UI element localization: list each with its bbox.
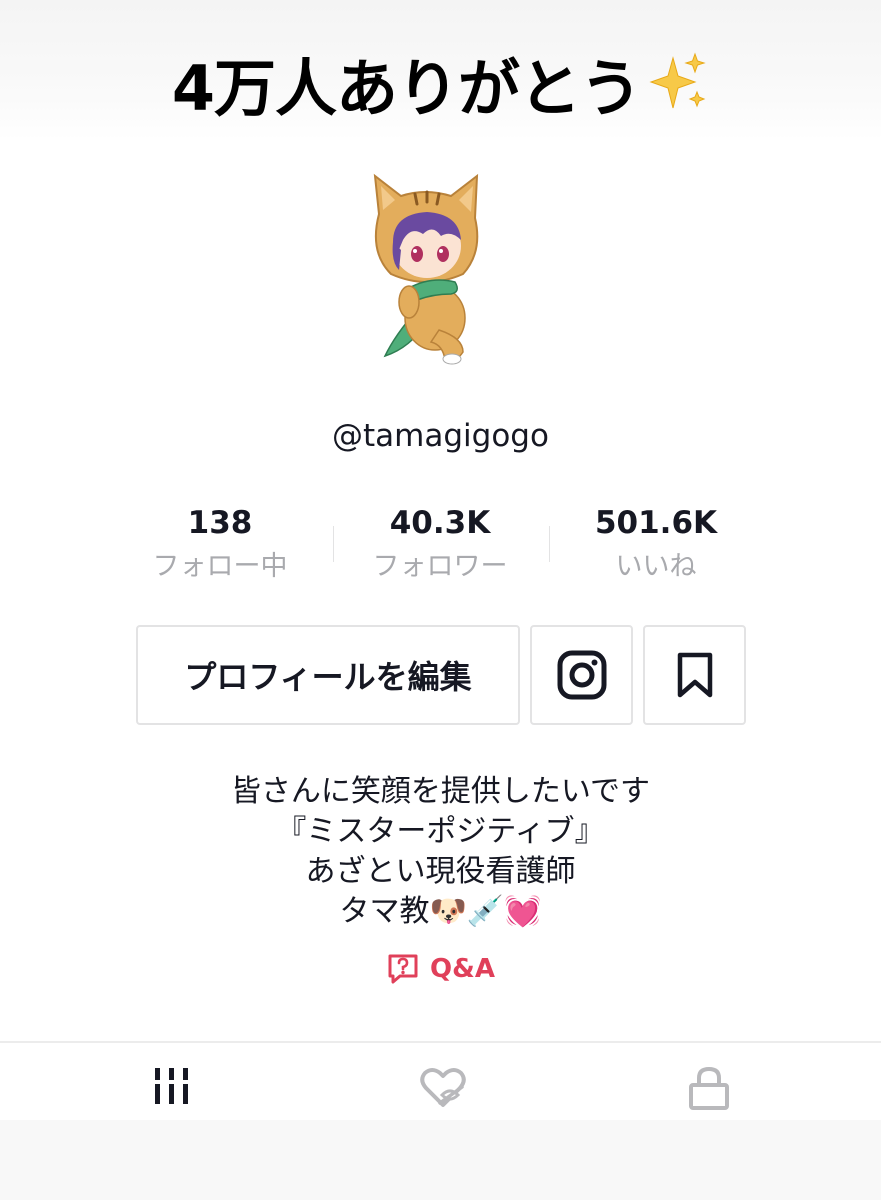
bottom-background <box>0 1120 881 1200</box>
stat-following[interactable]: 138 フォロー中 <box>120 500 320 588</box>
avatar[interactable] <box>355 170 495 370</box>
bookmark-icon <box>677 652 712 698</box>
stat-likes-value: 501.6K <box>594 505 718 541</box>
stat-following-label: フォロー中 <box>152 551 288 582</box>
qa-label: Q&A <box>430 954 495 984</box>
edit-profile-button[interactable]: プロフィールを編集 <box>136 625 520 725</box>
grid-lines-icon <box>155 1068 188 1104</box>
banner: 4万人ありがとう <box>0 28 881 138</box>
banner-text: 4万人ありがとう <box>171 52 642 125</box>
instagram-button[interactable] <box>530 625 633 725</box>
instagram-icon <box>557 650 606 700</box>
stat-divider <box>549 526 550 562</box>
question-bubble-icon <box>388 954 418 984</box>
bio-line: タマ教🐶💉💓 <box>339 894 542 929</box>
tab-private[interactable] <box>688 1065 730 1115</box>
stats-row: 138 フォロー中 40.3K フォロワー 501.6K いいね <box>120 500 760 590</box>
stat-followers-value: 40.3K <box>389 505 491 541</box>
lock-icon <box>689 1066 729 1110</box>
edit-profile-label: プロフィールを編集 <box>184 658 472 696</box>
bio-line: 皆さんに笑顔を提供したいです <box>230 774 651 809</box>
stat-likes[interactable]: 501.6K いいね <box>556 500 756 588</box>
bio-line: あざとい現役看護師 <box>305 854 576 889</box>
username: @tamagigogo <box>332 418 549 454</box>
stat-followers-label: フォロワー <box>372 551 508 582</box>
sparkles-icon <box>649 52 706 109</box>
heart-hidden-icon <box>420 1068 466 1107</box>
stat-likes-label: いいね <box>615 551 697 582</box>
stat-divider <box>333 526 334 562</box>
tab-videos[interactable] <box>152 1065 192 1111</box>
stat-followers[interactable]: 40.3K フォロワー <box>340 500 540 588</box>
bookmark-button[interactable] <box>643 625 746 725</box>
bio-line: 『ミスターポジティブ』 <box>276 814 605 849</box>
tab-liked[interactable] <box>418 1065 468 1115</box>
stat-following-value: 138 <box>187 505 253 541</box>
qa-link[interactable]: Q&A <box>0 952 881 986</box>
bio: 皆さんに笑顔を提供したいです 『ミスターポジティブ』 あざとい現役看護師 タマ教… <box>0 772 881 932</box>
